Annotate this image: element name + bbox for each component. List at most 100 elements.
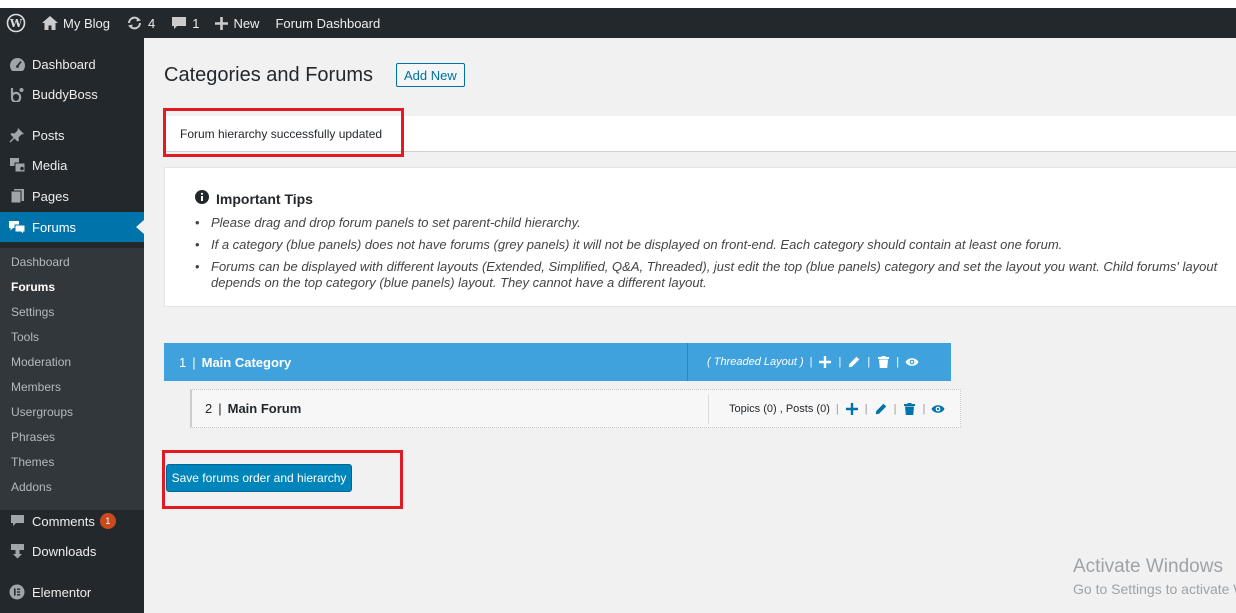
submenu-item-themes[interactable]: Themes (11, 455, 54, 469)
forum-panel[interactable]: 2 | Main Forum Topics (0) , Posts (0) | … (190, 389, 961, 428)
updates-count: 4 (147, 15, 156, 31)
pin-icon (7, 127, 27, 143)
admin-sidebar: Dashboard BuddyBoss Posts Media Pages Fo… (0, 38, 144, 613)
category-tools: ( Threaded Layout ) | | | | (687, 343, 919, 381)
sidebar-item-label: Media (32, 157, 68, 173)
add-new-button[interactable]: Add New (396, 63, 465, 87)
sidebar-item-buddyboss[interactable]: BuddyBoss (0, 79, 144, 109)
media-icon (7, 157, 27, 173)
category-layout: ( Threaded Layout ) (707, 356, 804, 368)
top-strip (0, 0, 1236, 8)
edit-category-icon[interactable] (847, 355, 861, 369)
download-icon (7, 543, 27, 559)
add-forum-icon[interactable] (818, 355, 832, 369)
sidebar-item-label: Dashboard (32, 56, 96, 72)
submenu-item-phrases[interactable]: Phrases (11, 430, 55, 444)
sidebar-item-forums[interactable]: Forums (0, 212, 144, 242)
tool-separator: | (809, 356, 813, 368)
tool-separator: | (867, 356, 871, 368)
tool-separator: | (835, 403, 839, 415)
submenu-item-addons[interactable]: Addons (11, 480, 52, 494)
category-separator: | (192, 354, 196, 370)
sidebar-item-posts[interactable]: Posts (0, 120, 144, 150)
sidebar-item-pages[interactable]: Pages (0, 181, 144, 211)
forums-icon (7, 220, 27, 235)
save-hierarchy-button[interactable]: Save forums order and hierarchy (166, 464, 352, 492)
submenu-item-forums[interactable]: Forums (11, 280, 55, 294)
sidebar-item-label: Comments (32, 513, 95, 529)
tool-separator: | (893, 403, 897, 415)
forum-tools: Topics (0) , Posts (0) | | | | (708, 394, 945, 424)
watermark-line2: Go to Settings to activate Windows. (1073, 581, 1236, 597)
watermark-line1: Activate Windows (1073, 556, 1223, 577)
sidebar-item-dashboard[interactable]: Dashboard (0, 49, 144, 79)
forum-title: Main Forum (227, 401, 302, 416)
svg-text:W: W (9, 17, 23, 30)
sidebar-item-media[interactable]: Media (0, 150, 144, 180)
new-label: New (233, 15, 260, 31)
tips-heading-text: Important Tips (216, 190, 313, 207)
tool-separator: | (864, 403, 868, 415)
edit-forum-icon[interactable] (874, 402, 888, 416)
buddyboss-icon (7, 86, 27, 102)
dashboard-icon (7, 57, 27, 72)
home-icon (42, 16, 58, 30)
comments-count: 1 (192, 15, 200, 31)
comment-icon (7, 514, 27, 528)
sidebar-item-label: Pages (32, 188, 69, 204)
site-name-link[interactable]: My Blog (34, 8, 118, 38)
forum-dashboard-link[interactable]: Forum Dashboard (267, 8, 388, 38)
forum-stats: Topics (0) , Posts (0) (729, 403, 830, 415)
forum-dashboard-label: Forum Dashboard (275, 15, 381, 31)
tool-separator: | (838, 356, 842, 368)
tool-separator: | (896, 356, 900, 368)
wordpress-logo-button[interactable]: W (0, 8, 34, 38)
sidebar-item-downloads[interactable]: Downloads (0, 536, 144, 566)
sidebar-item-label: Forums (32, 219, 77, 235)
submenu-item-moderation[interactable]: Moderation (11, 355, 71, 369)
tip-item: If a category (blue panels) does not hav… (193, 237, 1236, 253)
add-subforum-icon[interactable] (845, 402, 859, 416)
pages-icon (7, 188, 27, 204)
comments-badge: 1 (99, 513, 116, 529)
page-title: Categories and Forums (164, 64, 373, 86)
comment-bubble-icon (171, 16, 187, 30)
admin-bar: W My Blog 4 1 New Forum Dashboard (0, 8, 1236, 38)
plus-icon (215, 16, 229, 30)
sidebar-item-comments[interactable]: Comments 1 (0, 506, 144, 536)
tips-heading: Important Tips (195, 190, 313, 207)
new-content-link[interactable]: New (207, 8, 267, 38)
view-category-icon[interactable] (905, 355, 919, 369)
delete-category-icon[interactable] (876, 355, 890, 369)
submenu-item-settings[interactable]: Settings (11, 305, 54, 319)
info-icon (195, 190, 209, 207)
wordpress-logo-icon: W (6, 13, 26, 33)
tip-item: Forums can be displayed with different l… (193, 259, 1236, 291)
submenu-item-dashboard[interactable]: Dashboard (11, 255, 70, 269)
view-forum-icon[interactable] (931, 402, 945, 416)
category-panel[interactable]: 1 | Main Category ( Threaded Layout ) | … (164, 343, 951, 381)
forums-submenu: Dashboard Forums Settings Tools Moderati… (0, 248, 144, 510)
sidebar-item-label: Posts (32, 127, 65, 143)
site-name: My Blog (63, 15, 110, 31)
comments-link[interactable]: 1 (163, 8, 207, 38)
submenu-item-members[interactable]: Members (11, 380, 61, 394)
updates-icon (126, 16, 143, 30)
forum-number: 2 (205, 401, 213, 416)
notice-text: Forum hierarchy successfully updated (180, 126, 383, 141)
activate-windows-watermark: Activate Windows Go to Settings to activ… (1073, 556, 1236, 597)
sidebar-item-label: Downloads (32, 543, 97, 559)
tool-separator: | (922, 403, 926, 415)
sidebar-item-label: BuddyBoss (32, 86, 98, 102)
forum-separator: | (218, 401, 222, 416)
updates-link[interactable]: 4 (118, 8, 163, 38)
delete-forum-icon[interactable] (902, 402, 916, 416)
submenu-item-usergroups[interactable]: Usergroups (11, 405, 73, 419)
sidebar-item-elementor[interactable]: Elementor (0, 577, 144, 607)
submenu-item-tools[interactable]: Tools (11, 330, 39, 344)
sidebar-item-label: Elementor (32, 584, 92, 600)
important-tips-panel: Important Tips Please drag and drop foru… (164, 167, 1236, 307)
category-number: 1 (179, 354, 187, 370)
category-title: Main Category (201, 354, 292, 370)
success-notice: Forum hierarchy successfully updated (164, 116, 1236, 152)
